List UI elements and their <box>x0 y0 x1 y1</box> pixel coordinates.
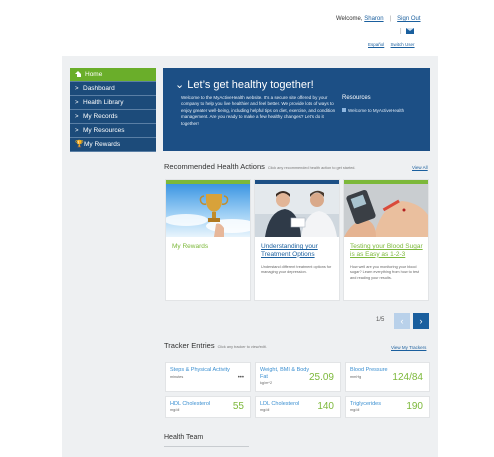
tracker-value: 25.09 <box>308 372 334 383</box>
welcome-text: Welcome, <box>336 16 365 22</box>
tracker-name: HDL Cholesterol <box>170 401 211 407</box>
chevron-right-icon: > <box>75 100 79 106</box>
sidebar-item-label: Health Library <box>83 99 124 106</box>
tracker-value: 190 <box>406 401 423 412</box>
language-link[interactable]: Español <box>368 42 384 47</box>
resources-link-label: Welcome to MyActiveHealth <box>348 108 405 113</box>
sidebar-item-health-library[interactable]: > Health Library <box>70 96 156 110</box>
sidebar-item-my-rewards[interactable]: 🏆My Rewards <box>70 138 156 152</box>
resources-link[interactable]: Welcome to MyActiveHealth <box>342 108 404 113</box>
doctor-image <box>255 180 339 237</box>
card-my-rewards[interactable]: My Rewards <box>165 179 251 301</box>
language-row: Español Switch User <box>368 42 415 47</box>
home-icon <box>75 71 82 77</box>
chevron-right-icon: > <box>75 86 79 92</box>
tracker-triglycerides[interactable]: Triglycerides mg/dl 190 <box>345 396 430 418</box>
tracker-unit: mg/dl <box>350 408 360 412</box>
sidebar-item-my-resources[interactable]: > My Resources <box>70 124 156 138</box>
banner-body: Welcome to the MyActiveHealth website. I… <box>181 95 336 126</box>
tracker-weight-bmi[interactable]: Weight, BMI & Body Fat kg/m^2 25.09 <box>255 362 341 392</box>
sidebar-item-label: Home <box>85 71 103 78</box>
card-description: Understand different treatment options f… <box>261 265 332 275</box>
tracker-value: 140 <box>317 401 334 412</box>
user-name-link[interactable]: Sharon <box>364 16 383 22</box>
tracker-steps[interactable]: Steps & Physical Activity minutes ••• <box>165 362 251 392</box>
pager-count: 1/5 <box>376 317 385 323</box>
tracker-value: 55 <box>232 401 244 412</box>
banner-title: ⌄ Let’s get healthy together! <box>175 78 314 91</box>
tracker-subtitle: Click any tracker to view/edit. <box>217 345 267 349</box>
recommended-title-text: Recommended Health Actions <box>164 162 265 171</box>
tracker-unit: mg/dl <box>170 408 180 412</box>
more-icon[interactable]: ••• <box>238 375 244 381</box>
mail-row: | <box>400 28 414 35</box>
next-page-button[interactable]: › <box>413 313 429 329</box>
tracker-hdl[interactable]: HDL Cholesterol mg/dl 55 <box>165 396 251 418</box>
prev-page-button[interactable]: ‹ <box>394 313 410 329</box>
recommended-subtitle: Click any recommended health action to g… <box>267 166 356 170</box>
recommended-title: Recommended Health Actions Click any reco… <box>164 162 355 171</box>
card-treatment-options[interactable]: Understanding your Treatment Options Und… <box>254 179 340 301</box>
tracker-name: Steps & Physical Activity <box>170 367 230 373</box>
sidebar-item-label: Dashboard <box>83 85 115 92</box>
glucose-meter-image <box>344 180 428 237</box>
card-title[interactable]: Understanding your Treatment Options <box>261 243 339 258</box>
tracker-unit: minutes <box>170 375 184 379</box>
document-icon <box>342 108 346 112</box>
trophy-image <box>166 180 250 237</box>
card-description: How well are you monitoring your blood s… <box>350 265 420 280</box>
chevron-right-icon: > <box>75 128 79 134</box>
top-header: Welcome, Sharon | Sign Out | Español Switc… <box>0 0 494 56</box>
tracker-title-text: Tracker Entries <box>164 341 215 350</box>
resources-title: Resources <box>342 95 371 101</box>
sidebar-item-dashboard[interactable]: > Dashboard <box>70 82 156 96</box>
tracker-unit: mg/dl <box>260 408 270 412</box>
divider <box>164 446 249 447</box>
sidebar-item-label: My Resources <box>83 127 125 134</box>
tracker-title: Tracker Entries Click any tracker to view… <box>164 341 267 350</box>
banner-title-text: Let’s get healthy together! <box>187 79 314 91</box>
sidebar-item-home[interactable]: Home <box>70 68 156 82</box>
welcome-banner: ⌄ Let’s get healthy together! Welcome to… <box>163 68 430 151</box>
tracker-ldl[interactable]: LDL Cholesterol mg/dl 140 <box>255 396 341 418</box>
view-all-link[interactable]: View All <box>412 165 428 170</box>
switch-user-link[interactable]: Switch User <box>391 42 415 47</box>
chevron-right-icon: > <box>75 114 79 120</box>
trophy-icon: 🏆 <box>75 141 84 148</box>
card-title[interactable]: My Rewards <box>172 243 250 251</box>
tracker-name: LDL Cholesterol <box>260 401 300 407</box>
tracker-value: 124/84 <box>392 372 423 383</box>
chevron-down-icon[interactable]: ⌄ <box>175 79 184 91</box>
sidebar-nav: Home > Dashboard > Health Library > My Reco… <box>70 68 156 152</box>
sidebar-item-label: My Records <box>83 113 118 120</box>
user-links: Welcome, Sharon | Sign Out <box>336 16 421 22</box>
view-trackers-link[interactable]: View My Trackers <box>391 345 426 350</box>
tracker-unit: kg/m^2 <box>260 381 273 385</box>
tracker-unit: mmHg <box>350 375 362 379</box>
sign-out-link[interactable]: Sign Out <box>397 16 420 22</box>
sidebar-item-label: My Rewards <box>84 141 121 148</box>
card-blood-sugar[interactable]: Testing your Blood Sugar is as Easy as 1… <box>343 179 429 301</box>
tracker-name: Weight, BMI & Body Fat <box>260 367 310 380</box>
sidebar-item-my-records[interactable]: > My Records <box>70 110 156 124</box>
health-team-title: Health Team <box>164 434 204 441</box>
tracker-name: Blood Pressure <box>350 367 388 373</box>
divider: | <box>389 16 392 22</box>
tracker-name: Triglycerides <box>350 401 381 407</box>
divider: | <box>400 28 402 35</box>
tracker-blood-pressure[interactable]: Blood Pressure mmHg 124/84 <box>345 362 430 392</box>
card-title[interactable]: Testing your Blood Sugar is as Easy as 1… <box>350 243 428 258</box>
envelope-icon[interactable] <box>405 28 414 34</box>
page: Welcome, Sharon | Sign Out | Español Switc… <box>0 0 494 457</box>
